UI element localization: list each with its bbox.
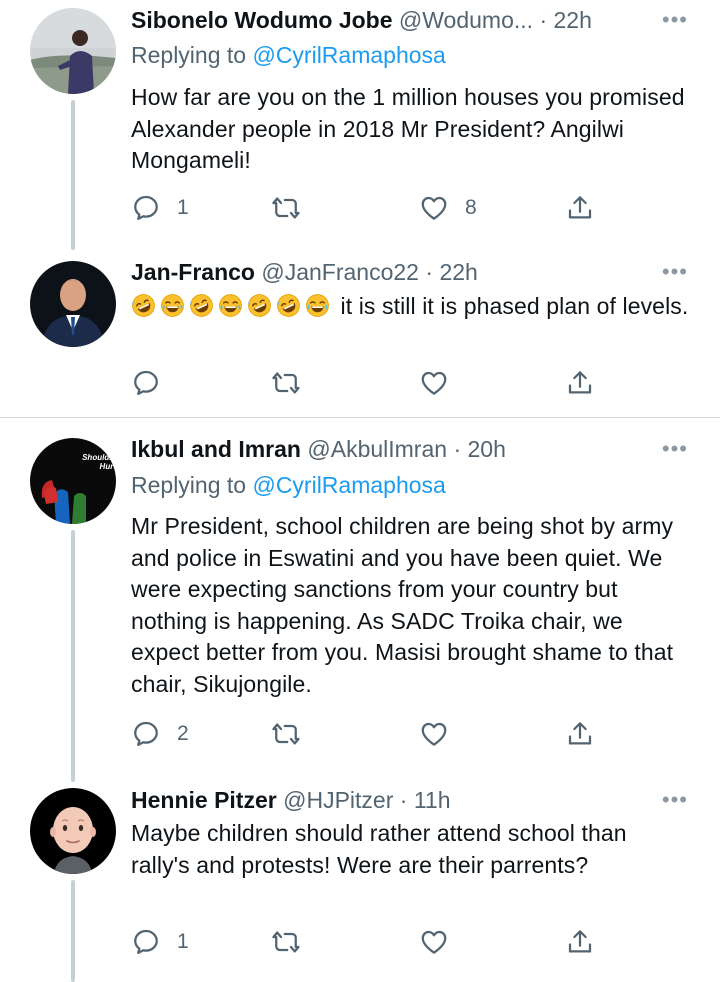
more-icon[interactable]: [662, 783, 688, 817]
timestamp[interactable]: 22h: [554, 7, 592, 33]
retweet-icon: [271, 368, 301, 398]
separator-dot: ·: [453, 436, 462, 462]
share-icon: [565, 368, 595, 398]
thread-line: [71, 530, 75, 782]
tweet[interactable]: Sibonelo Wodumo Jobe @Wodumo... · 22h Re…: [0, 0, 720, 250]
display-name[interactable]: Sibonelo Wodumo Jobe: [131, 7, 393, 33]
replying-to: Replying to @CyrilRamaphosa: [131, 40, 446, 70]
like-button[interactable]: 8: [419, 190, 477, 226]
username[interactable]: @AkbulImran: [307, 436, 447, 462]
reply-count: 1: [177, 196, 189, 219]
like-count: 8: [465, 196, 477, 219]
reply-icon: [131, 193, 161, 223]
retweet-button[interactable]: [271, 924, 317, 960]
avatar-caption: Ho Shouldn' Hurt: [82, 444, 116, 471]
mention-link[interactable]: @CyrilRamaphosa: [252, 42, 445, 68]
action-bar: 2: [131, 716, 601, 752]
joy-emoji-icon: [160, 293, 185, 318]
tweet-header: Jan-Franco @JanFranco22 · 22h: [131, 255, 720, 289]
action-bar: 1: [131, 924, 601, 960]
timestamp[interactable]: 22h: [439, 259, 477, 285]
tweet-text: How far are you on the 1 million houses …: [131, 84, 685, 173]
reply-count: 2: [177, 722, 189, 745]
more-icon[interactable]: [662, 255, 688, 289]
share-button[interactable]: [565, 716, 595, 752]
replying-to-label: Replying to: [131, 42, 253, 68]
heart-icon: [419, 368, 449, 398]
username[interactable]: @HJPitzer: [283, 787, 393, 813]
tweet[interactable]: Jan-Franco @JanFranco22 · 22h it is stil…: [0, 250, 720, 417]
like-button[interactable]: [419, 365, 465, 401]
heart-icon: [419, 719, 449, 749]
retweet-button[interactable]: [271, 365, 317, 401]
retweet-icon: [271, 193, 301, 223]
share-button[interactable]: [565, 365, 595, 401]
timestamp[interactable]: 20h: [468, 436, 506, 462]
retweet-icon: [271, 719, 301, 749]
separator-dot: ·: [399, 787, 408, 813]
action-bar: 1 8: [131, 190, 601, 226]
tweet-text-content: it is still it is phased plan of levels.: [340, 293, 689, 319]
share-icon: [565, 193, 595, 223]
tweet[interactable]: Ho Shouldn' Hurt Ikbul and Imran @AkbulI…: [0, 418, 720, 782]
tweet-text: Mr President, school children are being …: [131, 513, 674, 697]
reply-icon: [131, 719, 161, 749]
thread-line: [71, 100, 75, 250]
rofl-emoji-icon: [189, 293, 214, 318]
tweet-text: Maybe children should rather attend scho…: [131, 820, 627, 878]
tweet[interactable]: Hennie Pitzer @HJPitzer · 11h Maybe chil…: [0, 782, 720, 982]
reply-count: 1: [177, 930, 189, 953]
joy-emoji-icon: [305, 293, 330, 318]
reply-button[interactable]: 2: [131, 716, 189, 752]
heart-icon: [419, 193, 449, 223]
replying-to-label: Replying to: [131, 472, 253, 498]
display-name[interactable]: Ikbul and Imran: [131, 436, 301, 462]
like-button[interactable]: [419, 924, 465, 960]
avatar[interactable]: Ho Shouldn' Hurt: [30, 438, 116, 524]
rofl-emoji-icon: [276, 293, 301, 318]
retweet-button[interactable]: [271, 716, 317, 752]
reply-button[interactable]: 1: [131, 190, 189, 226]
retweet-button[interactable]: [271, 190, 317, 226]
username[interactable]: @Wodumo...: [399, 7, 533, 33]
share-button[interactable]: [565, 190, 595, 226]
avatar[interactable]: [30, 8, 116, 94]
tweet-header: Ikbul and Imran @AkbulImran · 20h: [131, 432, 720, 466]
like-button[interactable]: [419, 716, 465, 752]
username[interactable]: @JanFranco22: [261, 259, 419, 285]
rofl-emoji-icon: [131, 293, 156, 318]
mention-link[interactable]: @CyrilRamaphosa: [252, 472, 445, 498]
rofl-emoji-icon: [247, 293, 272, 318]
tweet-header: Sibonelo Wodumo Jobe @Wodumo... · 22h: [131, 3, 720, 37]
replying-to: Replying to @CyrilRamaphosa: [131, 470, 446, 500]
joy-emoji-icon: [218, 293, 243, 318]
heart-icon: [419, 927, 449, 957]
more-icon[interactable]: [662, 3, 688, 37]
tweet-header: Hennie Pitzer @HJPitzer · 11h: [131, 783, 720, 817]
share-button[interactable]: [565, 924, 595, 960]
separator-dot: ·: [425, 259, 434, 285]
thread-line: [71, 880, 75, 982]
retweet-icon: [271, 927, 301, 957]
emoji-sequence: [131, 293, 334, 319]
more-icon[interactable]: [662, 432, 688, 466]
avatar[interactable]: [30, 261, 116, 347]
tweet-text: it is still it is phased plan of levels.: [131, 291, 691, 323]
avatar[interactable]: [30, 788, 116, 874]
timestamp[interactable]: 11h: [414, 787, 451, 813]
reply-button[interactable]: [131, 365, 177, 401]
share-icon: [565, 927, 595, 957]
separator-dot: ·: [539, 7, 548, 33]
action-bar: [131, 365, 601, 401]
display-name[interactable]: Hennie Pitzer: [131, 787, 277, 813]
share-icon: [565, 719, 595, 749]
reply-icon: [131, 927, 161, 957]
display-name[interactable]: Jan-Franco: [131, 259, 255, 285]
reply-icon: [131, 368, 161, 398]
reply-button[interactable]: 1: [131, 924, 189, 960]
